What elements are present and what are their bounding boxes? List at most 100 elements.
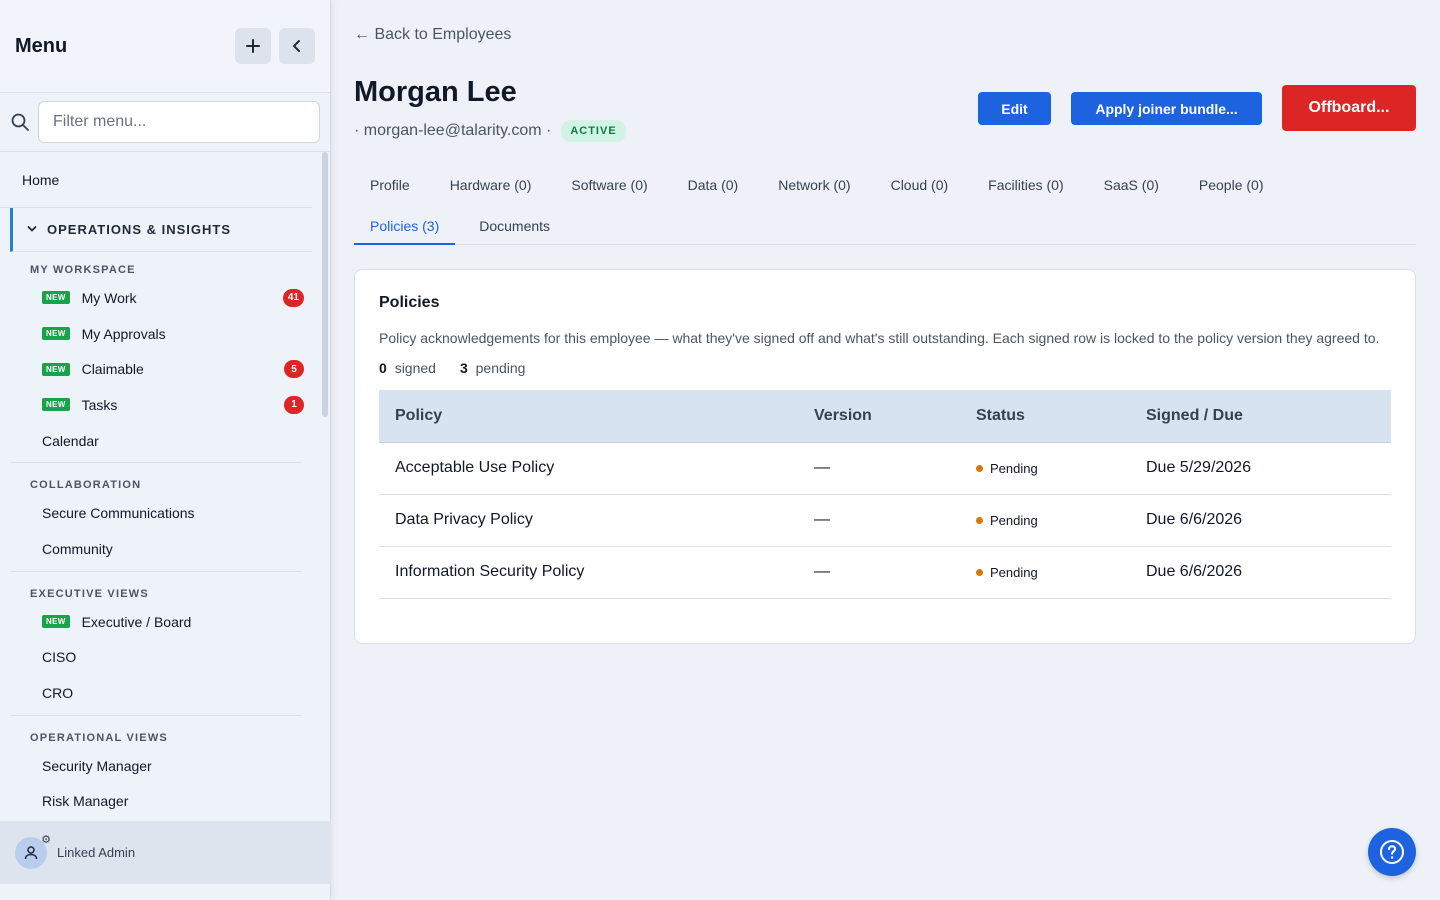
sidebar-item-secure-communications[interactable]: Secure Communications [0, 495, 320, 531]
sidebar-title: Menu [15, 34, 68, 57]
status-dot-icon [976, 517, 983, 524]
add-button[interactable] [235, 28, 271, 64]
sidebar-item-label: Secure Communications [42, 505, 195, 522]
chevron-down-icon [27, 223, 37, 237]
policy-stats: 0 signed 3 pending [379, 360, 1391, 376]
tab-hardware[interactable]: Hardware (0) [434, 166, 548, 204]
new-badge: NEW [42, 398, 70, 412]
collapse-sidebar-button[interactable] [279, 28, 315, 64]
tab-people[interactable]: People (0) [1183, 166, 1280, 204]
user-icon [24, 845, 38, 859]
sidebar-item-cro[interactable]: CRO [0, 675, 320, 711]
policy-due: Due 6/6/2026 [1130, 494, 1391, 547]
tab-network[interactable]: Network (0) [762, 166, 866, 204]
employee-subtitle: · morgan-lee@talarity.com · ACTIVE [354, 120, 626, 142]
policy-status: Pending [960, 494, 1130, 547]
column-header-version[interactable]: Version [798, 390, 960, 443]
policy-due: Due 6/6/2026 [1130, 546, 1391, 599]
sidebar-item-my-work[interactable]: NEW My Work 41 [0, 280, 320, 316]
sidebar-item-label: My Work [81, 289, 137, 306]
sidebar-nav[interactable]: Home OPERATIONS & INSIGHTS MY WORKSPACE … [0, 152, 320, 821]
divider [10, 714, 302, 716]
count-badge: 5 [284, 360, 304, 379]
new-badge: NEW [42, 615, 70, 629]
sidebar-item-my-approvals[interactable]: NEW My Approvals [0, 316, 320, 352]
sidebar-item-ciso[interactable]: CISO [0, 640, 320, 676]
search-icon [10, 112, 38, 132]
sidebar-item-community[interactable]: Community [0, 531, 320, 567]
table-row[interactable]: Acceptable Use Policy — Pending Due 5/29… [379, 442, 1391, 495]
divider [10, 462, 302, 464]
page-title: Morgan Lee [354, 76, 517, 108]
new-badge: NEW [42, 362, 70, 376]
signed-count: 0 [379, 360, 387, 376]
table-row[interactable]: Data Privacy Policy — Pending Due 6/6/20… [379, 494, 1391, 547]
pending-status: Pending [976, 565, 1038, 580]
offboard-button[interactable]: Offboard... [1282, 85, 1416, 131]
status-dot-icon [976, 569, 983, 576]
apply-joiner-bundle-button[interactable]: Apply joiner bundle... [1071, 92, 1262, 125]
policy-due: Due 5/29/2026 [1130, 442, 1391, 495]
tab-data[interactable]: Data (0) [672, 166, 755, 204]
sidebar-header: Menu [0, 0, 330, 93]
signed-label: signed [394, 360, 436, 376]
table-row[interactable]: Information Security Policy — Pending Du… [379, 546, 1391, 599]
tab-saas[interactable]: SaaS (0) [1088, 166, 1175, 204]
table-header-row: Policy Version Status Signed / Due [379, 390, 1391, 443]
help-button[interactable] [1368, 828, 1416, 876]
sidebar-item-tasks[interactable]: NEW Tasks 1 [0, 387, 320, 423]
card-description: Policy acknowledgements for this employe… [379, 330, 1380, 346]
sidebar-item-security-manager[interactable]: Security Manager [0, 748, 320, 784]
sidebar-item-label: Community [42, 540, 113, 557]
filter-menu-input[interactable] [38, 101, 320, 143]
policy-name: Information Security Policy [379, 546, 798, 599]
sidebar-scrollbar[interactable] [322, 152, 328, 417]
group-operations-insights[interactable]: OPERATIONS & INSIGHTS [10, 208, 312, 252]
group-label: OPERATIONS & INSIGHTS [47, 222, 231, 237]
tab-software[interactable]: Software (0) [555, 166, 663, 204]
column-header-signed-due[interactable]: Signed / Due [1130, 390, 1391, 443]
sidebar-item-calendar[interactable]: Calendar [0, 423, 320, 459]
policy-name: Acceptable Use Policy [379, 442, 798, 495]
status-badge: ACTIVE [561, 120, 626, 142]
policy-version: — [798, 442, 960, 495]
policy-version: — [798, 546, 960, 599]
edit-button[interactable]: Edit [978, 92, 1051, 125]
status-label: Pending [990, 513, 1038, 528]
filter-bar [0, 93, 330, 152]
sidebar-item-label: Claimable [81, 361, 144, 378]
pending-status: Pending [976, 513, 1038, 528]
status-label: Pending [990, 461, 1038, 476]
tab-cloud[interactable]: Cloud (0) [875, 166, 965, 204]
policy-status: Pending [960, 442, 1130, 495]
plus-icon [246, 39, 260, 53]
sidebar-item-claimable[interactable]: NEW Claimable 5 [0, 351, 320, 387]
sidebar-item-executive-board[interactable]: NEW Executive / Board [0, 604, 320, 640]
tab-policies[interactable]: Policies (3) [354, 208, 456, 245]
gear-icon: ⚙ [41, 833, 51, 846]
sidebar-item-home[interactable]: Home [0, 152, 312, 208]
sidebar-item-label: Executive / Board [81, 613, 192, 630]
column-header-status[interactable]: Status [960, 390, 1130, 443]
tab-bar-row-1: Profile Hardware (0) Software (0) Data (… [354, 166, 1287, 204]
card-title: Policies [379, 294, 440, 311]
back-to-employees-link[interactable]: ← Back to Employees [354, 26, 511, 44]
pending-count: 3 [459, 360, 468, 376]
tab-profile[interactable]: Profile [354, 166, 426, 204]
new-badge: NEW [42, 327, 70, 341]
status-dot-icon [976, 465, 983, 472]
section-executive-views: EXECUTIVE VIEWS [30, 587, 149, 600]
policy-status: Pending [960, 546, 1130, 599]
pending-status: Pending [976, 461, 1038, 476]
employee-email: · morgan-lee@talarity.com · [354, 122, 552, 139]
tab-documents[interactable]: Documents [463, 208, 566, 244]
divider [10, 570, 302, 572]
sidebar-item-label: Risk Manager [42, 793, 129, 810]
sidebar-item-risk-manager[interactable]: Risk Manager [0, 784, 320, 820]
column-header-policy[interactable]: Policy [379, 390, 798, 443]
pending-stat: 3 pending [460, 360, 526, 376]
user-footer[interactable]: ⚙ Linked Admin [0, 821, 331, 884]
tab-facilities[interactable]: Facilities (0) [972, 166, 1079, 204]
sidebar-item-label: CISO [42, 649, 77, 666]
section-my-workspace: MY WORKSPACE [30, 264, 136, 276]
